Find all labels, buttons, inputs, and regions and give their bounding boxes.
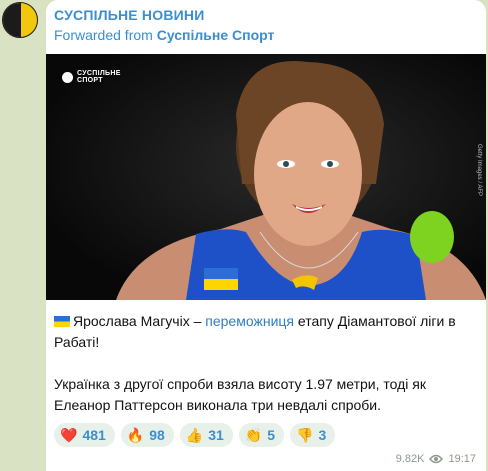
clap-icon: 👏	[244, 426, 263, 443]
reaction-fire[interactable]: 🔥 98	[120, 423, 174, 447]
reaction-count: 3	[318, 427, 327, 443]
reaction-clap[interactable]: 👏 5	[238, 423, 285, 447]
athlete-photo-illustration	[46, 54, 486, 300]
reaction-count: 98	[149, 427, 165, 443]
message-meta: 9.82K 19:17	[396, 453, 476, 465]
scroll-down-button[interactable]	[410, 211, 454, 263]
suspilne-sport-logo: СУСПІЛЬНЕ СПОРТ	[62, 70, 121, 84]
forwarded-source-link[interactable]: Суспільне Спорт	[157, 27, 275, 43]
reaction-count: 31	[208, 427, 224, 443]
thumbs-up-icon: 👍	[185, 426, 204, 443]
headline-part1: Ярослава Магучіх –	[73, 313, 202, 329]
forwarded-from: Forwarded from Суспільне Спорт	[54, 27, 274, 43]
reaction-heart[interactable]: ❤️ 481	[54, 423, 115, 447]
channel-name[interactable]: СУСПІЛЬНЕ НОВИНИ	[54, 7, 204, 23]
heart-icon: ❤️	[60, 426, 78, 443]
logo-line2: СПОРТ	[77, 77, 103, 84]
logo-mark-icon	[62, 71, 73, 83]
message-headline: Ярослава Магучіх – переможниця етапу Діа…	[54, 311, 478, 353]
reaction-count: 5	[267, 427, 276, 443]
eye-icon	[429, 454, 444, 464]
reaction-count: 481	[82, 427, 106, 443]
message-photo[interactable]: СУСПІЛЬНЕ СПОРТ Getty Images / AFP	[46, 54, 486, 300]
reactions-bar: ❤️ 481 🔥 98 👍 31 👏 5 👎 3	[54, 423, 336, 447]
reaction-thumbs-down[interactable]: 👎 3	[290, 423, 336, 447]
forwarded-prefix: Forwarded from	[54, 27, 153, 43]
message-time: 19:17	[448, 453, 476, 465]
channel-avatar[interactable]	[2, 2, 38, 38]
logo-line1: СУСПІЛЬНЕ	[77, 70, 121, 77]
message-text: Ярослава Магучіх – переможниця етапу Діа…	[54, 311, 478, 437]
view-count: 9.82K	[395, 453, 425, 465]
message-body: Українка з другої спроби взяла висоту 1.…	[54, 376, 427, 413]
thumbs-down-icon: 👎	[296, 426, 314, 443]
photo-credit: Getty Images / AFP	[476, 144, 482, 197]
ukraine-flag-icon	[54, 316, 70, 327]
fire-icon: 🔥	[126, 426, 145, 443]
reaction-thumbs-up[interactable]: 👍 31	[179, 423, 233, 447]
hashtag-link[interactable]: переможниця	[205, 313, 294, 329]
